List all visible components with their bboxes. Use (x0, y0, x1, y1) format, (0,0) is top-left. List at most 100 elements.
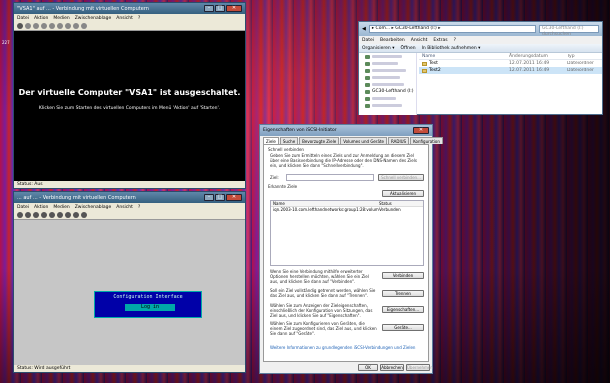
cancel-button[interactable]: Abbrechen (380, 364, 404, 371)
column-name[interactable]: Name (419, 54, 509, 59)
menu-aktion[interactable]: Aktion (34, 205, 48, 210)
vm1-toolbar (14, 22, 245, 31)
log-in-button[interactable]: Log in (125, 304, 175, 311)
menu-help[interactable]: ? (138, 205, 140, 210)
iscsi-initiator-dialog[interactable]: Eigenschaften von iSCSI-Initiator ✕ Ziel… (259, 124, 443, 374)
iscsi-help-link[interactable]: Weitere Informationen zu grundlegenden i… (270, 345, 424, 350)
nav-item-selected[interactable]: GC30-Lefthand (I:) (359, 88, 416, 95)
nav-item[interactable] (359, 81, 416, 88)
save-icon[interactable] (49, 212, 55, 218)
vm-connection-window-vsa1[interactable]: "VSA1" auf ... - Verbindung mit virtuell… (13, 2, 246, 189)
apply-button[interactable]: Übernehmen (406, 364, 433, 371)
close-button[interactable]: ✕ (413, 127, 429, 134)
discovered-targets-list[interactable]: Name Status iqn.2003-10.com.lefthandnetw… (270, 200, 424, 266)
minimize-button[interactable]: – (204, 5, 214, 12)
menu-datei[interactable]: Datei (17, 16, 29, 21)
menu-medien[interactable]: Medien (53, 16, 69, 21)
navigation-pane[interactable]: GC30-Lefthand (I:) (359, 53, 417, 115)
ctrl-alt-del-icon[interactable] (17, 23, 23, 29)
start-icon[interactable] (25, 23, 31, 29)
vm2-screen[interactable]: Configuration Interface Log in (14, 220, 245, 365)
revert-icon[interactable] (81, 212, 87, 218)
menu-datei[interactable]: Datei (17, 205, 29, 210)
vm2-titlebar[interactable]: ... auf ... - Verbindung mit virtuellen … (14, 192, 245, 203)
maximize-button[interactable]: □ (215, 5, 225, 12)
vm-connection-window-2[interactable]: ... auf ... - Verbindung mit virtuellen … (13, 191, 246, 373)
snapshot-icon[interactable] (73, 212, 79, 218)
explorer-window[interactable]: ◀ ▸ Com... ▸ GC30-Lefthand (I:) ▸ GC30-L… (358, 21, 603, 115)
shutdown-icon[interactable] (41, 23, 47, 29)
menu-aktion[interactable]: Aktion (34, 16, 48, 21)
snapshot-icon[interactable] (73, 23, 79, 29)
disconnect-button[interactable]: Trennen (382, 290, 424, 297)
minimize-button[interactable]: – (204, 194, 214, 201)
close-button[interactable]: ✕ (226, 194, 242, 201)
properties-button[interactable]: Eigenschaften... (382, 306, 424, 313)
file-row-selected[interactable]: Test2 12.07.2011 16:49 Dateiordner (419, 67, 602, 74)
nav-label (372, 69, 406, 72)
column-type[interactable]: Typ (567, 54, 602, 59)
nav-item[interactable] (359, 102, 416, 109)
maximize-button[interactable]: □ (215, 194, 225, 201)
menu-datei[interactable]: Datei (362, 38, 374, 43)
menu-medien[interactable]: Medien (53, 205, 69, 210)
open-button[interactable]: Öffnen (400, 46, 415, 51)
nav-item[interactable] (359, 60, 416, 67)
organize-button[interactable]: Organisieren ▾ (362, 46, 394, 51)
nav-label (372, 97, 396, 100)
start-icon[interactable] (25, 212, 31, 218)
quick-connect-button[interactable]: Schnell verbinden... (378, 174, 424, 181)
tab-ziele[interactable]: Ziele (263, 137, 279, 144)
turn-off-icon[interactable] (33, 23, 39, 29)
dialog-titlebar[interactable]: Eigenschaften von iSCSI-Initiator ✕ (260, 125, 432, 136)
refresh-button[interactable]: Aktualisieren (382, 190, 424, 197)
address-field[interactable]: ▸ Com... ▸ GC30-Lefthand (I:) ▸ (368, 25, 536, 33)
search-input[interactable]: GC30-Lefthand (I:) durchsuchen (539, 25, 599, 37)
vm1-screen[interactable]: Der virtuelle Computer "VSA1" ist ausges… (14, 31, 245, 183)
add-to-library-button[interactable]: In Bibliothek aufnehmen ▾ (422, 46, 481, 51)
devices-button[interactable]: Geräte... (382, 324, 424, 331)
column-status[interactable]: Status (379, 201, 423, 206)
reset-icon[interactable] (65, 23, 71, 29)
turn-off-icon[interactable] (33, 212, 39, 218)
ctrl-alt-del-icon[interactable] (17, 212, 23, 218)
file-row[interactable]: Test 12.07.2011 16:49 Dateiordner (419, 60, 602, 67)
nav-item[interactable] (359, 95, 416, 102)
nav-item[interactable] (359, 74, 416, 81)
save-icon[interactable] (49, 23, 55, 29)
tab-volumes-und-geraete[interactable]: Volumes und Geräte (340, 137, 388, 144)
vm1-titlebar[interactable]: "VSA1" auf ... - Verbindung mit virtuell… (14, 3, 245, 14)
nav-item[interactable] (359, 53, 416, 60)
tab-bevorzugte-ziele[interactable]: Bevorzugte Ziele (299, 137, 340, 144)
menu-help[interactable]: ? (454, 38, 456, 43)
menu-ansicht[interactable]: Ansicht (116, 205, 133, 210)
file-list[interactable]: Name Änderungsdatum Typ Test 12.07.2011 … (419, 53, 602, 115)
menu-ansicht[interactable]: Ansicht (411, 38, 428, 43)
menu-bearbeiten[interactable]: Bearbeiten (380, 38, 405, 43)
connect-button[interactable]: Verbinden (382, 272, 424, 279)
nav-item[interactable] (359, 67, 416, 74)
ok-button[interactable]: OK (358, 364, 378, 371)
menu-ansicht[interactable]: Ansicht (116, 16, 133, 21)
tab-konfiguration[interactable]: Konfiguration (410, 137, 443, 144)
menu-extras[interactable]: Extras (433, 38, 447, 43)
column-name[interactable]: Name (271, 201, 379, 206)
reset-icon[interactable] (65, 212, 71, 218)
target-input[interactable] (286, 174, 374, 181)
target-row[interactable]: iqn.2003-10.com.lefthandnetworks:group1:… (271, 207, 423, 213)
pause-icon[interactable] (57, 212, 63, 218)
back-icon[interactable]: ◀ (362, 26, 366, 32)
shutdown-icon[interactable] (41, 212, 47, 218)
revert-icon[interactable] (81, 23, 87, 29)
tab-suche[interactable]: Suche (279, 137, 299, 144)
dialog-title: Eigenschaften von iSCSI-Initiator (263, 128, 337, 133)
menu-zwischenablage[interactable]: Zwischenablage (75, 16, 112, 21)
menu-help[interactable]: ? (138, 16, 140, 21)
tab-radius[interactable]: RADIUS (388, 137, 410, 144)
nav-label (372, 55, 402, 58)
pause-icon[interactable] (57, 23, 63, 29)
menu-zwischenablage[interactable]: Zwischenablage (75, 205, 112, 210)
column-date[interactable]: Änderungsdatum (509, 54, 567, 59)
file-name: Test (429, 61, 438, 66)
close-button[interactable]: ✕ (226, 5, 242, 12)
